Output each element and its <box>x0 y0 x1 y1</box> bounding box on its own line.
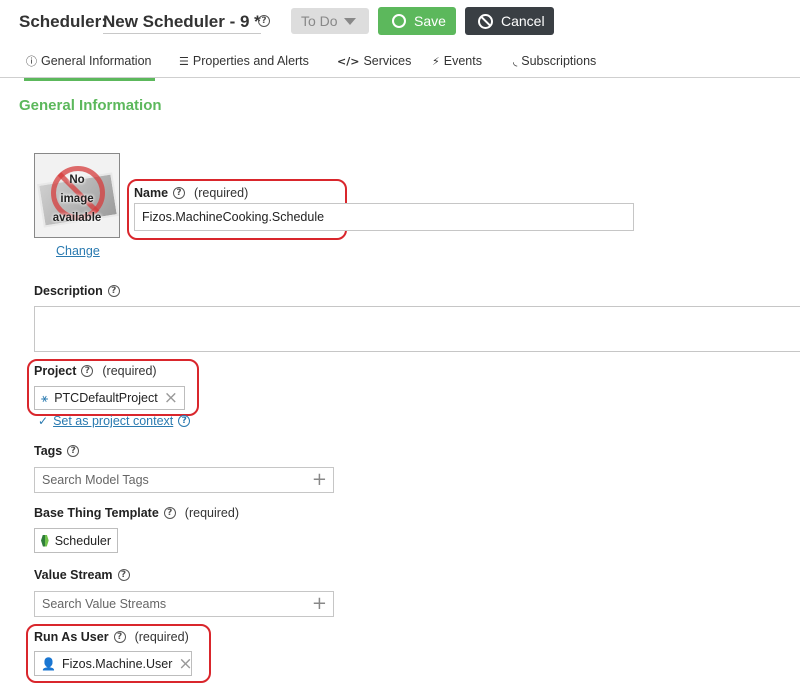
tab-events[interactable]: ⚡ Events <box>432 52 482 70</box>
help-icon[interactable] <box>163 507 176 519</box>
lightning-icon: ⚡ <box>432 54 440 68</box>
tab-bar: ⓘ General Information ☰ Properties and A… <box>0 44 800 81</box>
list-icon: ☰ <box>179 54 189 68</box>
description-label: Description <box>34 284 120 298</box>
save-button[interactable]: Save <box>378 7 456 35</box>
prohibited-icon <box>478 13 493 29</box>
save-label: Save <box>414 13 446 29</box>
tags-label: Tags <box>34 444 80 458</box>
tab-subscriptions[interactable]: ◟ Subscriptions <box>513 52 596 70</box>
remove-icon[interactable]: × <box>178 655 192 672</box>
help-icon[interactable] <box>67 445 80 457</box>
status-label: To Do <box>301 13 338 29</box>
code-icon: </> <box>337 54 360 68</box>
set-project-context: ✓ Set as project context <box>38 414 191 428</box>
add-icon[interactable]: + <box>312 471 327 489</box>
caret-down-icon <box>343 17 356 25</box>
help-icon[interactable] <box>107 285 120 297</box>
tab-label: Events <box>443 54 482 68</box>
remove-icon[interactable]: × <box>164 390 178 407</box>
set-project-context-link[interactable]: Set as project context <box>53 414 173 428</box>
circle-icon <box>392 14 406 28</box>
help-icon[interactable] <box>178 415 191 427</box>
base-thing-template-chip[interactable]: Scheduler <box>34 528 118 553</box>
status-dropdown[interactable]: To Do <box>291 8 369 34</box>
tags-search-input[interactable]: Search Model Tags + <box>34 467 334 493</box>
name-label: Name (required) <box>134 186 248 200</box>
tab-properties-and-alerts[interactable]: ☰ Properties and Alerts <box>179 52 309 70</box>
rss-icon: ◟ <box>513 54 518 68</box>
user-icon: 👤 <box>41 656 56 671</box>
help-icon[interactable] <box>113 631 126 643</box>
help-icon[interactable] <box>81 365 94 377</box>
entity-name[interactable]: New Scheduler - 9 * <box>103 12 261 34</box>
run-as-user-value: Fizos.Machine.User <box>61 656 173 671</box>
project-hierarchy-icon: ⚹ <box>41 390 49 405</box>
add-icon[interactable]: + <box>312 595 327 613</box>
tab-label: Subscriptions <box>521 54 597 68</box>
base-thing-template-label: Base Thing Template (required) <box>34 506 239 520</box>
cancel-button[interactable]: Cancel <box>465 7 554 35</box>
project-chip[interactable]: ⚹ PTCDefaultProject × <box>34 386 185 410</box>
base-thing-template-value: Scheduler <box>54 533 111 548</box>
value-stream-search-input[interactable]: Search Value Streams + <box>34 591 334 617</box>
checkmark-icon: ✓ <box>38 414 49 428</box>
thing-template-icon <box>41 534 49 547</box>
value-stream-label: Value Stream <box>34 568 130 582</box>
name-input[interactable]: Fizos.MachineCooking.Schedule <box>134 203 634 231</box>
tab-general-information[interactable]: ⓘ General Information <box>23 52 156 81</box>
project-value: PTCDefaultProject <box>54 391 158 405</box>
description-textarea[interactable] <box>34 306 800 352</box>
help-icon[interactable] <box>173 187 186 199</box>
tab-label: Properties and Alerts <box>192 54 309 68</box>
run-as-user-chip[interactable]: 👤 Fizos.Machine.User × <box>34 651 193 676</box>
tab-label: Services <box>363 54 412 68</box>
no-image-text: No image available <box>52 174 102 224</box>
help-icon[interactable] <box>258 15 270 27</box>
run-as-user-label: Run As User (required) <box>34 630 189 644</box>
info-icon: ⓘ <box>26 55 37 68</box>
section-title: General Information <box>19 97 162 114</box>
tab-label: General Information <box>41 54 152 68</box>
thumbnail-image: No image available <box>34 153 120 238</box>
project-label: Project (required) <box>34 364 157 378</box>
entity-type-label: Scheduler: <box>19 12 107 31</box>
change-image-link[interactable]: Change <box>56 244 100 258</box>
help-icon[interactable] <box>117 569 130 581</box>
cancel-label: Cancel <box>501 13 545 29</box>
tab-services[interactable]: </> Services <box>337 52 411 70</box>
